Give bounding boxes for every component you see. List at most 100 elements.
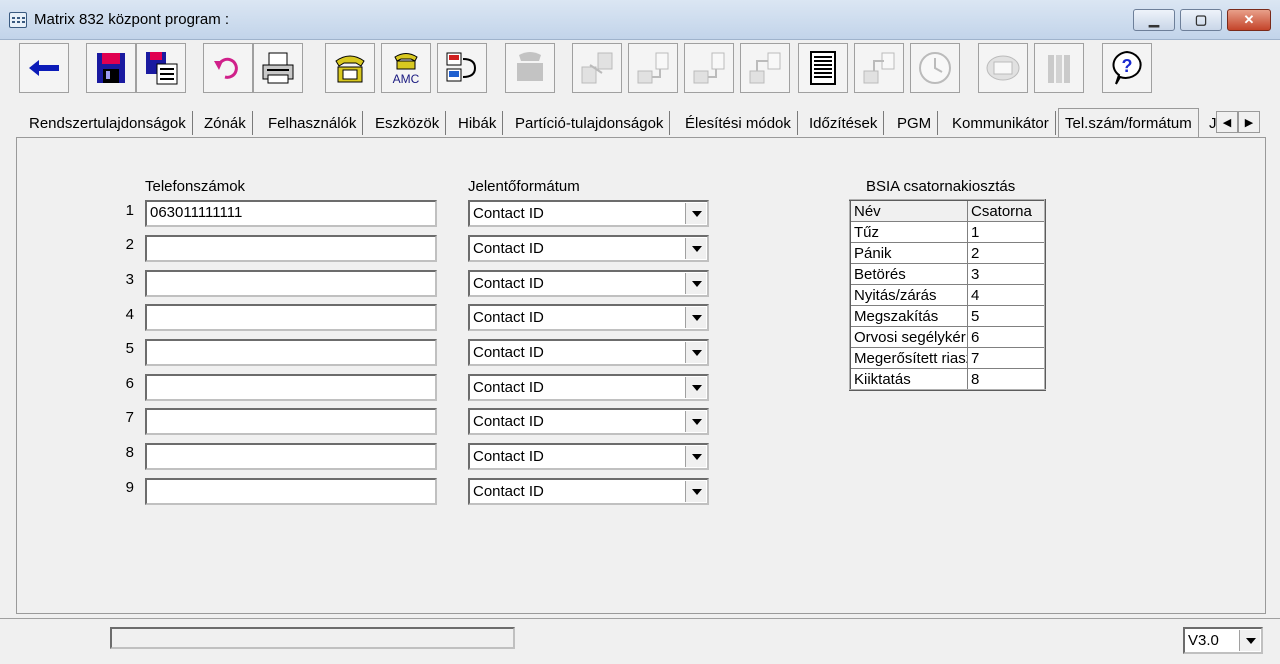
tab-zones[interactable]: Zónák [198, 111, 253, 135]
tab-scroll-right-button[interactable]: ▶ [1238, 111, 1260, 133]
chevron-down-icon[interactable] [685, 273, 706, 294]
bsia-title: BSIA csatornakiosztás [866, 178, 1016, 195]
chevron-down-icon[interactable] [685, 342, 706, 363]
transfer-button[interactable] [572, 43, 622, 93]
version-select[interactable]: V3.0 [1183, 627, 1263, 654]
window-title: Matrix 832 központ program : [34, 11, 230, 28]
amc-button[interactable]: AMC [381, 43, 431, 93]
table-row[interactable]: Megszakítás 5 [849, 305, 1046, 327]
tab-system-properties[interactable]: Rendszertulajdonságok [23, 111, 193, 135]
format-select-value: Contact ID [473, 483, 544, 500]
row-number: 6 [125, 375, 134, 392]
tab-devices[interactable]: Eszközök [369, 111, 447, 135]
table-row[interactable]: Megerősített riasztás7 [849, 347, 1046, 369]
print-button[interactable] [253, 43, 303, 93]
format-select[interactable]: Contact ID [468, 200, 709, 227]
keypad-button[interactable] [978, 43, 1028, 93]
row-number: 5 [125, 340, 134, 357]
connect-button[interactable] [437, 43, 487, 93]
maximize-button[interactable]: ▢ [1180, 9, 1222, 31]
phone-number-field[interactable] [145, 270, 437, 297]
format-select-value: Contact ID [473, 309, 544, 326]
chevron-down-icon[interactable] [1239, 630, 1260, 651]
cell-channel: 5 [967, 305, 1046, 327]
save-as-icon [146, 52, 178, 85]
tab-timings[interactable]: Időzítések [803, 111, 885, 135]
format-select[interactable]: Contact ID [468, 270, 709, 297]
tab-communicator[interactable]: Kommunikátor [946, 111, 1056, 135]
row-number: 9 [125, 479, 134, 496]
back-arrow-icon [29, 60, 59, 76]
minimize-button[interactable]: ▁ [1133, 9, 1175, 31]
table-row[interactable]: Pánik 2 [849, 242, 1046, 264]
tab-phone-format[interactable]: Tel.szám/formátum [1058, 108, 1199, 138]
table-row[interactable]: Tűz 1 [849, 221, 1046, 243]
fax-icon [517, 52, 543, 81]
help-button[interactable]: ? [1102, 43, 1152, 93]
format-select[interactable]: Contact ID [468, 478, 709, 505]
format-select[interactable]: Contact ID [468, 408, 709, 435]
format-select-value: Contact ID [473, 448, 544, 465]
format-select[interactable]: Contact ID [468, 235, 709, 262]
title-bar: Matrix 832 központ program : ▁ ▢ ✕ [0, 0, 1280, 40]
back-button[interactable] [19, 43, 69, 93]
phone-number-field[interactable] [145, 339, 437, 366]
download-button[interactable] [628, 43, 678, 93]
tab-partition-properties[interactable]: Partíció-tulajdonságok [509, 111, 671, 135]
save-disk-icon [97, 53, 125, 83]
format-select[interactable]: Contact ID [468, 443, 709, 470]
chevron-down-icon[interactable] [685, 446, 706, 467]
export-button[interactable] [740, 43, 790, 93]
tab-arming-modes[interactable]: Élesítési módok [679, 111, 798, 135]
tab-scroll-left-button[interactable]: ◀ [1216, 111, 1238, 133]
chevron-down-icon[interactable] [685, 481, 706, 502]
close-button[interactable]: ✕ [1227, 9, 1271, 31]
app-icon [9, 12, 27, 28]
tab-label: PGM [897, 114, 932, 132]
phone-number-field[interactable] [145, 408, 437, 435]
phone-number-field[interactable] [145, 304, 437, 331]
save-as-button[interactable] [136, 43, 186, 93]
chevron-down-icon[interactable] [685, 307, 706, 328]
phone-number-field[interactable]: 063011111111 [145, 200, 437, 227]
phone-button[interactable] [325, 43, 375, 93]
fax-button[interactable] [505, 43, 555, 93]
chevron-down-icon[interactable] [685, 203, 706, 224]
books-button[interactable] [1034, 43, 1084, 93]
clock-button[interactable] [910, 43, 960, 93]
cell-name: Kiiktatás [849, 368, 968, 391]
cell-name: Megszakítás [849, 305, 968, 327]
table-row[interactable]: Orvosi segélykér 6 [849, 326, 1046, 348]
table-row[interactable]: Betörés 3 [849, 263, 1046, 285]
phone-number-field[interactable] [145, 374, 437, 401]
save-button[interactable] [86, 43, 136, 93]
phone-number-field[interactable] [145, 443, 437, 470]
document-list-button[interactable] [798, 43, 848, 93]
format-select[interactable]: Contact ID [468, 374, 709, 401]
undo-button[interactable] [203, 43, 253, 93]
tab-faults[interactable]: Hibák [452, 111, 504, 135]
chevron-down-icon[interactable] [685, 238, 706, 259]
maximize-icon: ▢ [1194, 12, 1208, 27]
format-select[interactable]: Contact ID [468, 339, 709, 366]
table-row[interactable]: Kiiktatás 8 [849, 368, 1046, 391]
import-button[interactable] [854, 43, 904, 93]
chevron-down-icon[interactable] [685, 411, 706, 432]
table-row[interactable]: Nyitás/zárás 4 [849, 284, 1046, 306]
phone-number-field[interactable] [145, 478, 437, 505]
format-select-value: Contact ID [473, 413, 544, 430]
tab-pgm[interactable]: PGM [891, 111, 939, 135]
cell-name: Megerősített riasztás [849, 347, 968, 369]
format-select-value: Contact ID [473, 240, 544, 257]
phone-number-field[interactable] [145, 235, 437, 262]
format-select[interactable]: Contact ID [468, 304, 709, 331]
close-icon: ✕ [1243, 12, 1255, 27]
chevron-down-icon[interactable] [685, 377, 706, 398]
format-select-value: Contact ID [473, 205, 544, 222]
arrow-left-icon: ◀ [1222, 116, 1232, 129]
column-header-channel: Csatorna [967, 199, 1046, 222]
tab-users[interactable]: Felhasználók [262, 111, 364, 135]
upload-button[interactable] [684, 43, 734, 93]
minimize-icon: ▁ [1149, 12, 1159, 27]
table-header-row: Név Csatorna [849, 199, 1046, 222]
